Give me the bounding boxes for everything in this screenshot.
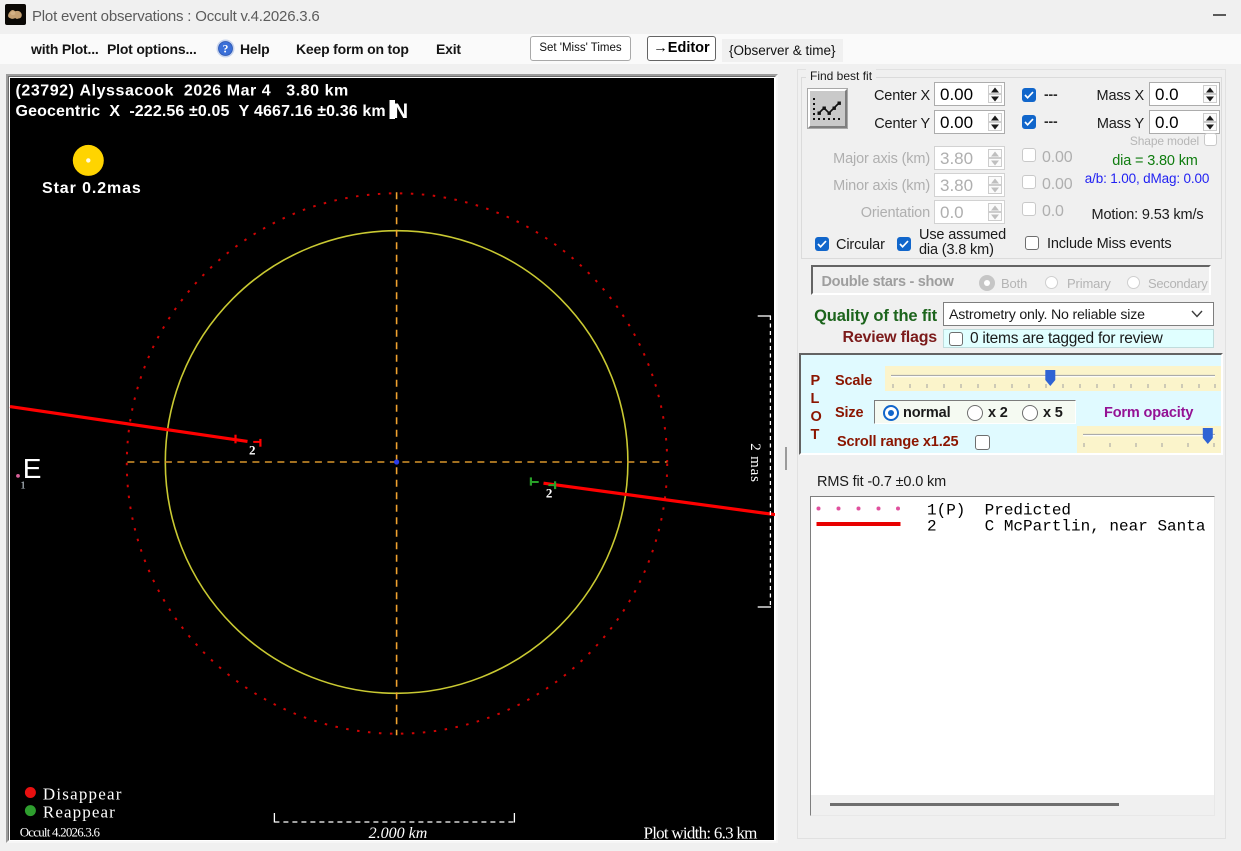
svg-text:2 C McPartlin, near Santa: 2 C McPartlin, near Santa [927, 518, 1206, 536]
svg-text:Disappear: Disappear [43, 785, 123, 804]
svg-text:2: 2 [249, 443, 256, 458]
svg-text:Reappear: Reappear [43, 803, 116, 822]
svg-text:Plot width: 6.3 km: Plot width: 6.3 km [644, 824, 758, 842]
svg-text:2: 2 [546, 486, 553, 501]
svg-text:(23792) Alyssacook 2026 Mar 4: (23792) Alyssacook 2026 Mar 4 3.80 km [16, 83, 349, 100]
svg-text:1: 1 [20, 480, 26, 492]
svg-text:2.000 km: 2.000 km [369, 825, 428, 841]
svg-text:N: N [393, 100, 408, 123]
svg-text:Occult 4.2026.3.6: Occult 4.2026.3.6 [20, 825, 101, 840]
svg-text:?: ? [223, 44, 229, 56]
svg-text:2 mas: 2 mas [747, 443, 763, 482]
svg-text:Star 0.2mas: Star 0.2mas [42, 180, 142, 197]
svg-text:Geocentric X -222.56 ±0.05: Geocentric X -222.56 ±0.05 Y 4667.16 ±0.… [16, 103, 386, 120]
